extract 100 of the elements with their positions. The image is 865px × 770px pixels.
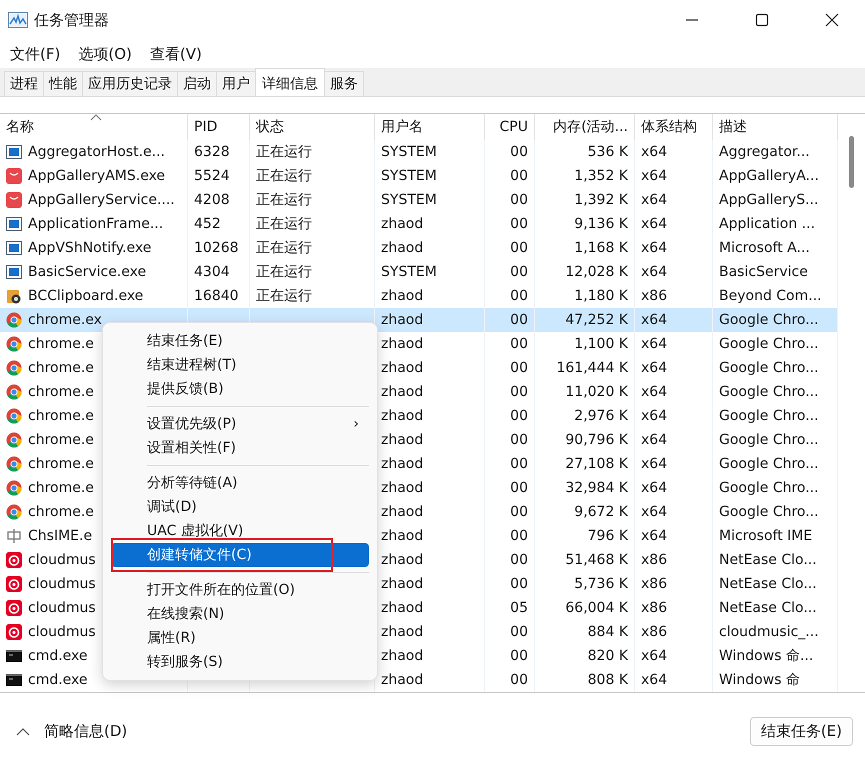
music-icon <box>6 624 22 640</box>
table-cell: 00 <box>510 144 528 160</box>
table-cell: 00 <box>510 480 528 496</box>
table-cell: x86 <box>641 600 668 616</box>
table-cell: x86 <box>641 624 668 640</box>
table-cell: zhaod <box>381 672 424 688</box>
bag-icon <box>6 168 22 184</box>
table-cell: x64 <box>641 312 668 328</box>
clipboard-icon <box>6 288 22 304</box>
context-menu-item[interactable]: 结束进程树(T) <box>111 353 369 377</box>
table-cell: 1,100 K <box>574 336 628 352</box>
table-cell: 00 <box>510 336 528 352</box>
table-cell: 00 <box>510 168 528 184</box>
column-header[interactable]: 名称 <box>0 114 188 140</box>
table-cell: 1,352 K <box>574 168 628 184</box>
tab[interactable]: 进程 <box>4 71 44 96</box>
table-cell: 00 <box>510 312 528 328</box>
table-cell: 00 <box>510 648 528 664</box>
details-toggle[interactable]: 简略信息(D) <box>44 722 128 741</box>
tab[interactable]: 详细信息 <box>255 68 325 96</box>
caret-up-icon[interactable] <box>16 728 30 736</box>
table-cell: zhaod <box>381 408 424 424</box>
table-cell: x64 <box>641 336 668 352</box>
table-cell: Beyond Com... <box>719 288 822 304</box>
table-cell: x64 <box>641 432 668 448</box>
table-row[interactable]: AppGalleryService.... 4208 正在运行 SYSTEM 00 1,392 K x64 AppGalleryS... <box>0 188 838 212</box>
table-cell: cloudmus <box>28 600 96 616</box>
context-menu-item[interactable]: 结束任务(E) <box>111 329 369 353</box>
table-cell: 00 <box>510 576 528 592</box>
table-cell: cloudmus <box>28 576 96 592</box>
browser-icon <box>6 456 22 472</box>
table-row[interactable]: AggregatorHost.e... 6328 正在运行 SYSTEM 00 536 K x64 Aggregator... <box>0 140 838 164</box>
table-cell: zhaod <box>381 384 424 400</box>
column-header[interactable]: CPU <box>485 114 535 140</box>
window-icon <box>6 264 22 280</box>
window-icon <box>6 216 22 232</box>
table-cell: chrome.e <box>28 480 94 496</box>
menu-item[interactable]: 选项(O) <box>72 44 138 64</box>
table-cell: 00 <box>510 672 528 688</box>
table-cell: x64 <box>641 240 668 256</box>
table-cell: x64 <box>641 504 668 520</box>
table-cell: 66,004 K <box>565 600 628 616</box>
table-cell: Windows 命 <box>719 671 800 689</box>
table-cell: 452 <box>194 216 221 232</box>
table-cell: AppGalleryService.... <box>28 192 175 208</box>
window-icon <box>6 144 22 160</box>
menu-item[interactable]: 查看(V) <box>144 44 208 64</box>
table-cell: NetEase Clo... <box>719 600 817 616</box>
window-title: 任务管理器 <box>34 10 109 30</box>
context-menu-item[interactable]: 提供反馈(B) <box>111 377 369 401</box>
table-cell: cloudmus <box>28 624 96 640</box>
table-cell: ApplicationFrame... <box>28 216 164 232</box>
column-header[interactable]: 用户名 <box>375 114 485 140</box>
table-cell: chrome.ex <box>28 312 102 328</box>
table-cell: Aggregator... <box>719 144 810 160</box>
column-header[interactable]: PID <box>188 114 250 140</box>
table-cell: AppGalleryS... <box>719 192 818 208</box>
table-cell: x86 <box>641 288 668 304</box>
table-cell: chrome.e <box>28 360 94 376</box>
music-icon <box>6 600 22 616</box>
tab[interactable]: 服务 <box>324 71 364 96</box>
music-icon <box>6 576 22 592</box>
table-cell: x86 <box>641 576 668 592</box>
table-cell: chrome.e <box>28 504 94 520</box>
table-cell: 00 <box>510 240 528 256</box>
close-icon[interactable] <box>825 13 839 27</box>
table-cell: Google Chro... <box>719 480 819 496</box>
end-task-button[interactable]: 结束任务(E) <box>750 717 853 746</box>
maximize-icon[interactable] <box>755 13 769 27</box>
table-cell: 4208 <box>194 192 230 208</box>
table-cell: cloudmusic_... <box>719 624 819 640</box>
table-cell: Windows 命... <box>719 647 814 665</box>
table-cell: 正在运行 <box>256 167 312 185</box>
table-cell: 12,028 K <box>565 264 628 280</box>
table-cell: chrome.e <box>28 384 94 400</box>
browser-icon <box>6 384 22 400</box>
menu-item[interactable]: 文件(F) <box>4 44 66 64</box>
table-cell: NetEase Clo... <box>719 552 817 568</box>
table-cell: zhaod <box>381 576 424 592</box>
table-row[interactable]: ApplicationFrame... 452 正在运行 zhaod 00 9,136 K x64 Application ... <box>0 212 838 236</box>
column-header[interactable]: 内存(活动... <box>535 114 635 140</box>
column-header[interactable]: 状态 <box>250 114 375 140</box>
table-cell: 9,672 K <box>574 504 628 520</box>
table-cell: zhaod <box>381 624 424 640</box>
table-row[interactable]: AppVShNotify.exe 10268 正在运行 zhaod 00 1,168 K x64 Microsoft A... <box>0 236 838 260</box>
table-cell: Google Chro... <box>719 312 819 328</box>
table-cell: SYSTEM <box>381 168 437 184</box>
column-header[interactable]: 体系结构 <box>635 114 713 140</box>
table-cell: Google Chro... <box>719 384 819 400</box>
table-cell: x64 <box>641 192 668 208</box>
table-cell: Google Chro... <box>719 456 819 472</box>
context-menu-item[interactable]: 创建转储文件(C) <box>111 543 369 567</box>
table-cell: x64 <box>641 144 668 160</box>
table-cell: 47,252 K <box>565 312 628 328</box>
table-row[interactable]: BasicService.exe 4304 正在运行 SYSTEM 00 12,028 K x64 BasicService <box>0 260 838 284</box>
table-cell: BCClipboard.exe <box>28 288 144 304</box>
table-row[interactable]: AppGalleryAMS.exe 5524 正在运行 SYSTEM 00 1,352 K x64 AppGalleryA... <box>0 164 838 188</box>
table-cell: 00 <box>510 384 528 400</box>
table-cell: x64 <box>641 672 668 688</box>
browser-icon <box>6 360 22 376</box>
